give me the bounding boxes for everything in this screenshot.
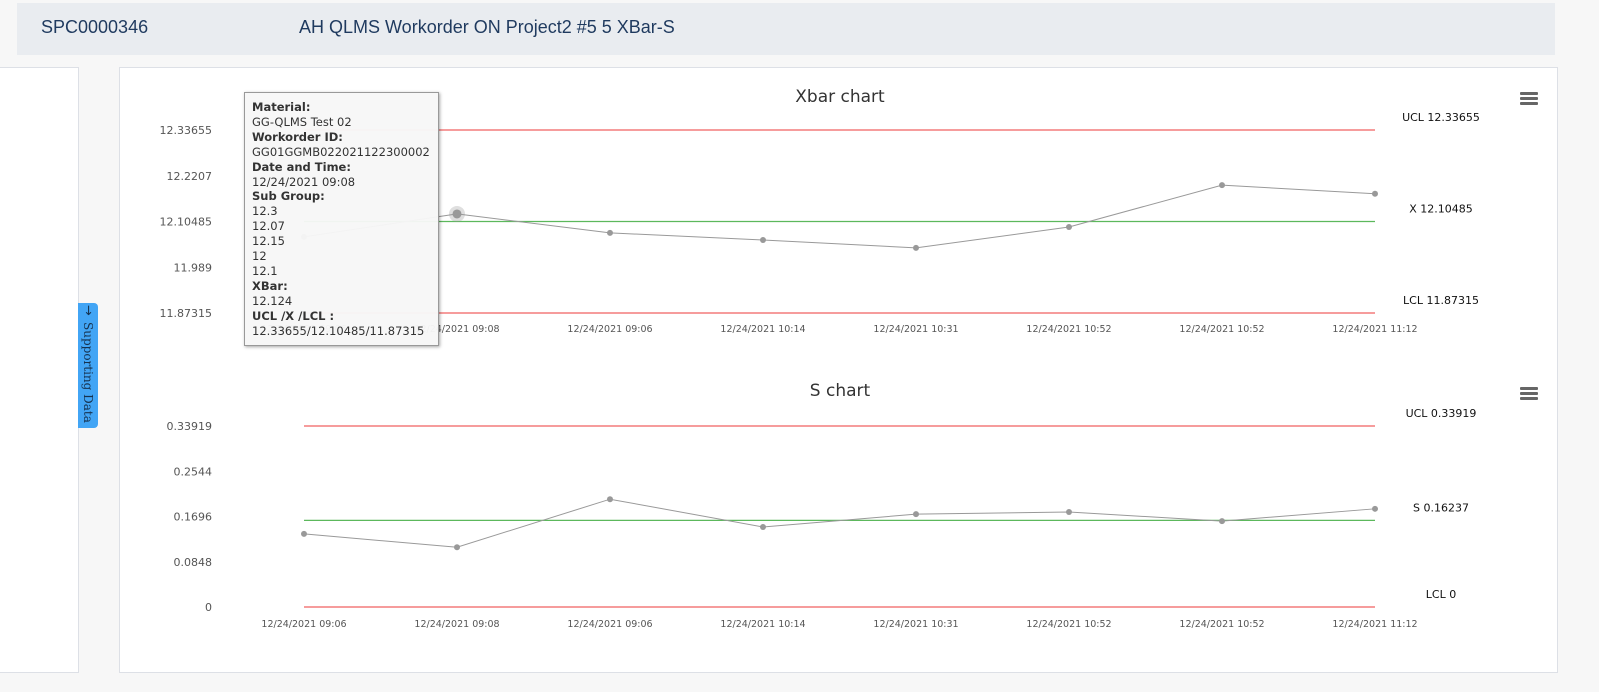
xbar-data-point xyxy=(1372,190,1378,197)
xbar-x-tick-label: 12/24/2021 11:12 xyxy=(1332,324,1417,335)
s-x-tick-label: 12/24/2021 11:12 xyxy=(1332,619,1417,630)
xbar-x-tick-label: 12/24/2021 10:52 xyxy=(1026,324,1111,335)
xbar-data-point xyxy=(1066,223,1072,230)
xbar-data-point xyxy=(913,244,919,251)
s-y-tick-label: 0.0848 xyxy=(174,556,213,569)
xbar-data-point xyxy=(1219,182,1225,189)
tooltip-subgroup-value: 12.3 xyxy=(252,204,278,219)
s-data-point xyxy=(913,511,919,518)
xbar-x-tick-label: 12/24/2021 10:31 xyxy=(873,324,958,335)
xbar-y-tick-label: 11.87315 xyxy=(160,307,213,320)
xbar-data-point xyxy=(760,237,766,244)
tooltip-limits-label: UCL /X /LCL : xyxy=(252,308,335,323)
s-chart-menu-icon[interactable] xyxy=(1520,387,1538,401)
s-y-tick-label: 0.1696 xyxy=(174,511,213,524)
xbar-x-tick-label: 12/24/2021 09:06 xyxy=(567,324,652,335)
xbar-y-tick-label: 12.33655 xyxy=(160,124,213,137)
xbar-y-tick-label: 12.2207 xyxy=(167,170,213,183)
tooltip-datetime-label: Date and Time: xyxy=(252,159,351,174)
xbar-series-line xyxy=(303,184,1376,249)
s-x-tick-label: 12/24/2021 09:08 xyxy=(414,619,499,630)
s-x-tick-label: 12/24/2021 10:52 xyxy=(1026,619,1111,630)
s-ucl-label: UCL 0.33919 xyxy=(1406,407,1477,420)
tooltip-subgroup-value: 12 xyxy=(252,249,267,264)
s-x-tick-label: 12/24/2021 09:06 xyxy=(567,619,652,630)
tooltip-datetime: 12/24/2021 09:08 xyxy=(252,174,356,189)
tooltip-xbar-label: XBar: xyxy=(252,278,288,293)
s-series-line xyxy=(303,498,1376,548)
tooltip-limits: 12.33655/12.10485/11.87315 xyxy=(252,323,425,338)
charts-canvas: Xbar chart 12.33655 12.2207 12.10485 11.989 1… xyxy=(160,87,1480,630)
tooltip-subgroup-value: 12.15 xyxy=(252,234,285,249)
xbar-data-point xyxy=(607,229,613,236)
s-center-label: S 0.16237 xyxy=(1413,501,1469,514)
tooltip-subgroup-value: 12.07 xyxy=(252,219,285,234)
s-y-tick-label: 0.2544 xyxy=(174,465,213,478)
s-x-tick-label: 12/24/2021 10:52 xyxy=(1179,619,1264,630)
xbar-chart-menu-icon[interactable] xyxy=(1520,92,1538,106)
s-data-point xyxy=(301,530,307,537)
xbar-y-tick-label: 12.10485 xyxy=(160,216,213,229)
s-chart-title: S chart xyxy=(810,381,871,401)
s-data-point xyxy=(454,544,460,551)
s-x-tick-label: 12/24/2021 09:06 xyxy=(261,619,346,630)
s-y-tick-label: 0 xyxy=(205,601,212,614)
tooltip-xbar: 12.124 xyxy=(252,293,293,308)
tooltip-material-label: Material: xyxy=(252,100,311,114)
xbar-y-tick-label: 11.989 xyxy=(174,261,213,274)
xbar-x-tick-label: 12/24/2021 10:14 xyxy=(720,324,805,335)
tooltip-material: GG-QLMS Test 02 xyxy=(252,114,352,129)
tooltip-workorder-label: Workorder ID: xyxy=(252,129,343,144)
xbar-center-label: X 12.10485 xyxy=(1409,203,1473,216)
xbar-chart-title: Xbar chart xyxy=(795,87,885,107)
xbar-data-point xyxy=(452,209,462,219)
s-data-point xyxy=(607,496,613,503)
s-x-tick-label: 12/24/2021 10:14 xyxy=(720,619,805,630)
s-lcl-label: LCL 0 xyxy=(1426,588,1456,601)
xbar-x-tick-label: 12/24/2021 10:52 xyxy=(1179,324,1264,335)
s-data-point xyxy=(1219,518,1225,525)
s-data-point xyxy=(1066,509,1072,516)
point-tooltip: Material: GG-QLMS Test 02 Workorder ID: … xyxy=(244,92,439,346)
xbar-lcl-label: LCL 11.87315 xyxy=(1403,294,1479,307)
s-y-tick-label: 0.33919 xyxy=(167,420,213,433)
tooltip-subgroup-value: 12.1 xyxy=(252,263,278,278)
tooltip-workorder: GG01GGMB022021122300002 xyxy=(252,144,430,159)
s-data-point xyxy=(1372,505,1378,512)
s-data-point xyxy=(760,523,766,530)
tooltip-subgroup-label: Sub Group: xyxy=(252,189,325,204)
xbar-ucl-label: UCL 12.33655 xyxy=(1402,111,1480,124)
s-x-tick-label: 12/24/2021 10:31 xyxy=(873,619,958,630)
